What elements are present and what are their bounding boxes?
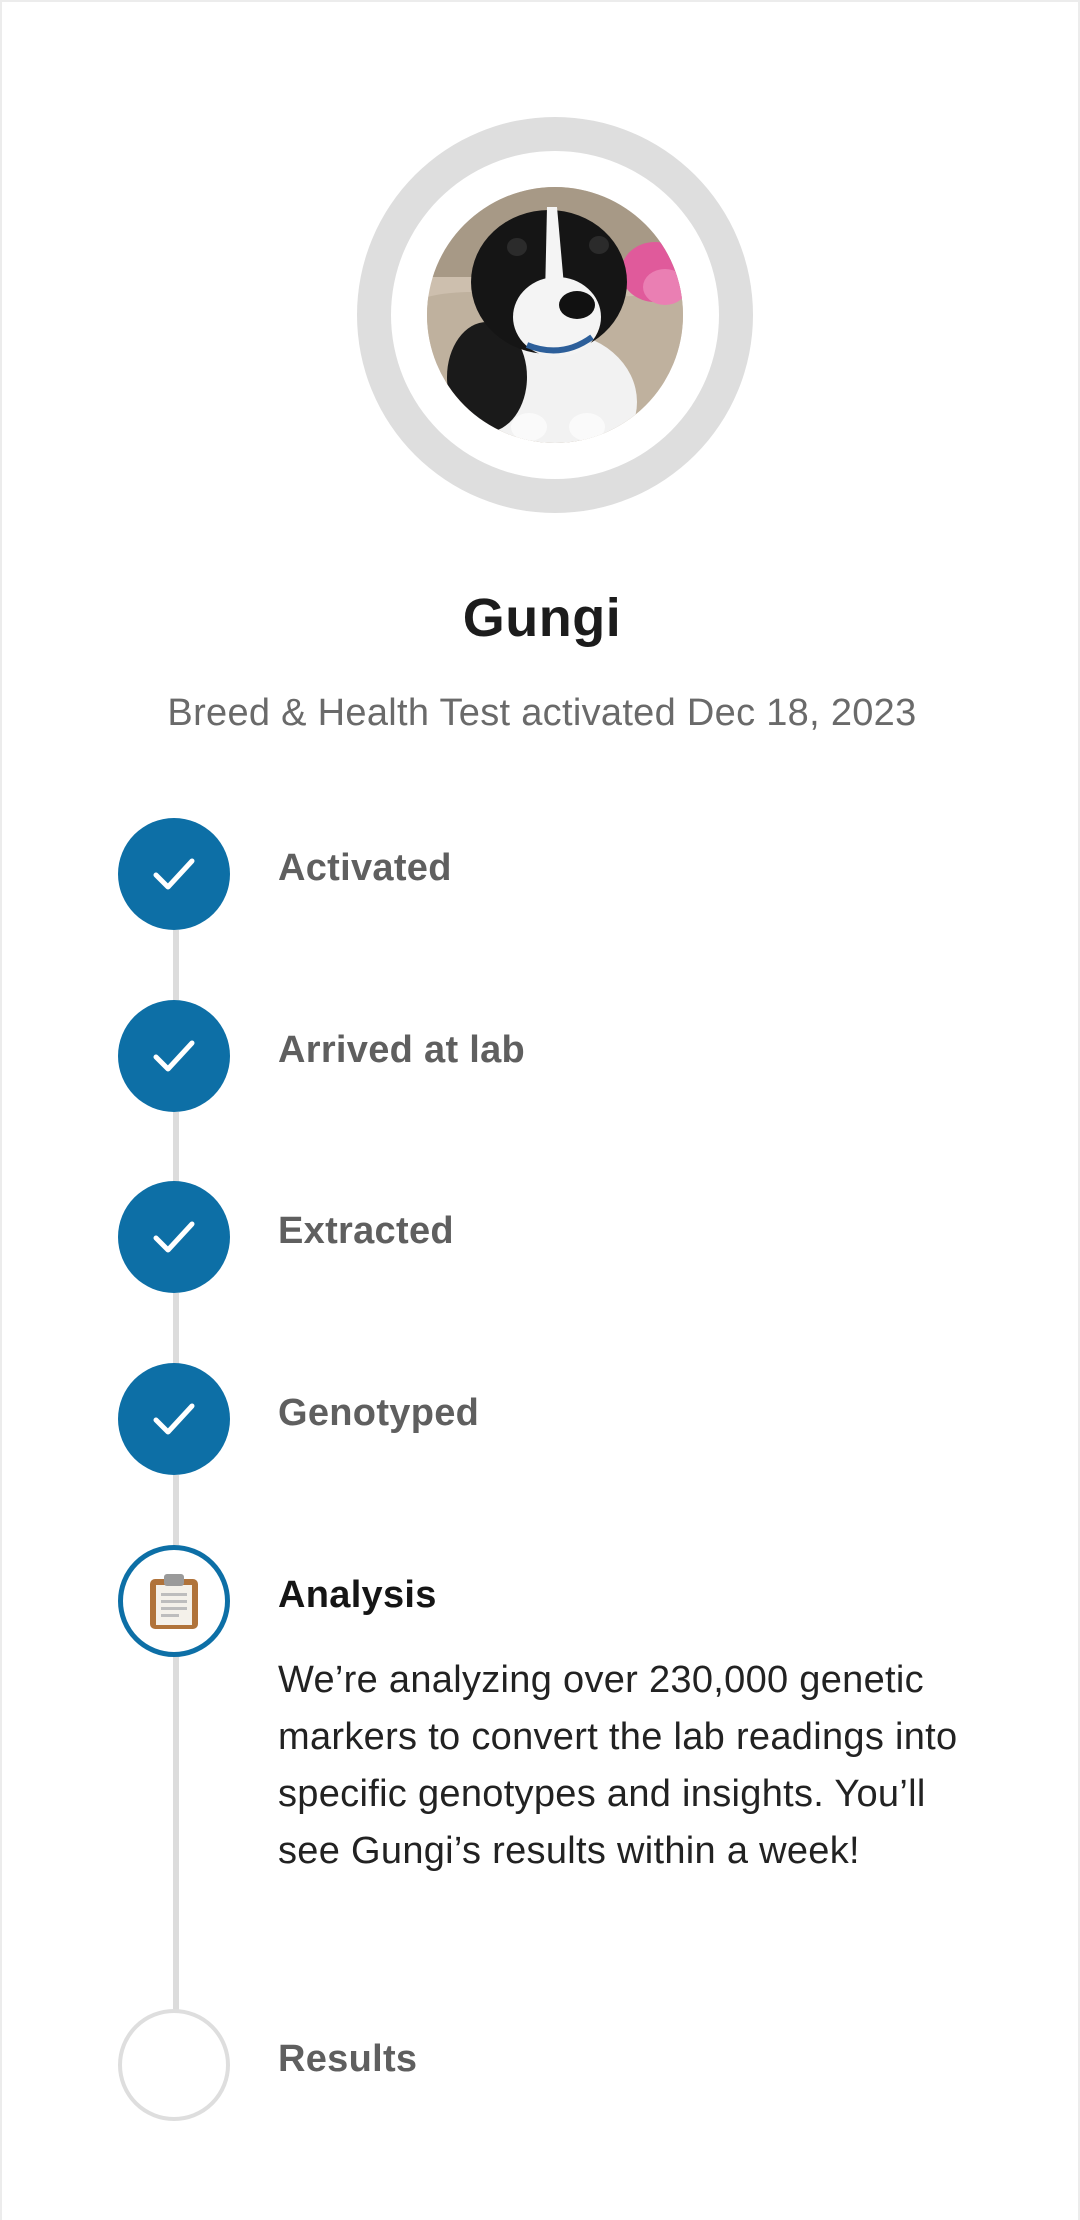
dog-photo bbox=[427, 187, 683, 443]
check-icon bbox=[153, 1221, 195, 1253]
check-icon bbox=[153, 1040, 195, 1072]
timeline-connector bbox=[173, 1657, 179, 2010]
step-label-analysis: Analysis bbox=[278, 1574, 437, 1616]
step-status-done bbox=[118, 1363, 230, 1475]
step-status-done bbox=[118, 1181, 230, 1293]
step-status-done bbox=[118, 1000, 230, 1112]
analysis-description: We’re analyzing over 230,000 genetic mar… bbox=[278, 1659, 958, 1872]
step-status-pending bbox=[118, 2009, 230, 2121]
check-icon bbox=[153, 858, 195, 890]
dog-name: Gungi bbox=[462, 588, 622, 648]
screen: Gungi Breed & Health Test activated Dec … bbox=[0, 0, 1080, 2220]
step-label-extracted: Extracted bbox=[278, 1210, 454, 1252]
step-label-genotyped: Genotyped bbox=[278, 1392, 480, 1434]
step-label-arrived-at-lab: Arrived at lab bbox=[278, 1029, 526, 1071]
avatar-ring bbox=[357, 117, 753, 513]
dog-avatar[interactable] bbox=[427, 187, 683, 443]
timeline-connector bbox=[173, 930, 179, 1000]
timeline-connector bbox=[173, 1475, 179, 1545]
step-label-results: Results bbox=[278, 2038, 418, 2080]
timeline-connector bbox=[173, 1293, 179, 1364]
check-icon bbox=[153, 1403, 195, 1435]
clipboard-icon bbox=[150, 1574, 198, 1629]
timeline-connector bbox=[173, 1112, 179, 1182]
step-status-done bbox=[118, 818, 230, 930]
avatar-frame bbox=[391, 151, 719, 479]
step-label-activated: Activated bbox=[278, 847, 452, 889]
step-status-current bbox=[118, 1545, 230, 1657]
test-activation-subtitle: Breed & Health Test activated Dec 18, 20… bbox=[167, 692, 917, 734]
